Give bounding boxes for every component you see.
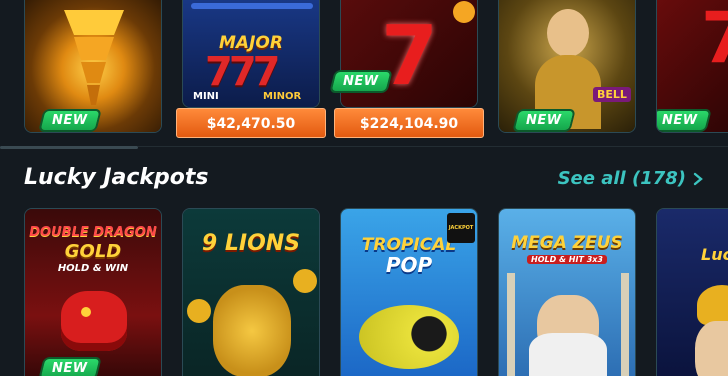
new-badge: NEW: [331, 72, 390, 91]
jackpot-amount-major: $42,470.50: [176, 108, 326, 138]
bell-logo: BELL: [593, 87, 631, 102]
game-card-major[interactable]: MAJOR 777 MINI MINOR: [182, 0, 320, 108]
game-card-red-seven[interactable]: 7: [340, 0, 478, 108]
section-divider: [138, 146, 728, 147]
coin-icon: [453, 1, 475, 23]
game-card-9-lions[interactable]: 9 LIONS: [182, 208, 320, 376]
chevron-right-icon: [693, 172, 703, 185]
scroll-indicator[interactable]: [0, 146, 138, 149]
mini-label: MINI: [193, 91, 219, 102]
new-badge: NEW: [40, 359, 99, 376]
lion-icon: [213, 285, 291, 376]
game-card-mega-zeus[interactable]: MEGA ZEUS HOLD & HIT 3x3: [498, 208, 636, 376]
fish-icon: [359, 305, 459, 369]
game-title: Lucky: [701, 245, 728, 264]
game-card-golden-lady[interactable]: BELL NEW: [498, 0, 636, 133]
game-card-tornado[interactable]: NEW: [24, 0, 162, 133]
dragon-icon: [61, 291, 127, 351]
section-title: Lucky Jackpots: [24, 165, 209, 190]
game-card-double-dragon-gold[interactable]: DOUBLE DRAGON GOLD HOLD & WIN NEW: [24, 208, 162, 376]
column-icon: [507, 273, 515, 376]
games-row-top: NEW MAJOR 777 MINI MINOR $42,470.50 7 NE…: [0, 0, 728, 140]
zeus-beard: [529, 333, 607, 376]
tornado-icon: [64, 10, 124, 105]
new-badge: NEW: [514, 111, 573, 130]
game-title: 9 LIONS: [201, 231, 301, 256]
game-subtitle: HOLD & HIT 3x3: [527, 255, 607, 264]
game-title-line1: DOUBLE DRAGON: [29, 225, 157, 240]
seven-icon: 7: [381, 9, 439, 104]
seven-icon: 7: [701, 0, 728, 79]
column-icon: [621, 273, 629, 376]
minor-label: MINOR: [263, 91, 302, 102]
new-badge: NEW: [657, 111, 709, 130]
jackpot-corner-badge: JACKPOT: [447, 213, 475, 243]
game-card-partial-seven[interactable]: 7 NEW: [656, 0, 728, 133]
triple-seven-icon: 777: [205, 49, 280, 95]
game-lobby: NEW MAJOR 777 MINI MINOR $42,470.50 7 NE…: [0, 0, 728, 376]
game-title-line2: GOLD: [64, 241, 122, 262]
character-face: [695, 321, 728, 376]
coin-icon: [293, 269, 317, 293]
new-badge: NEW: [40, 111, 99, 130]
game-subtitle: HOLD & WIN: [57, 263, 129, 274]
see-all-link[interactable]: See all (178): [558, 168, 704, 189]
character-face: [547, 9, 589, 57]
game-title-line2: POP: [385, 253, 433, 277]
coin-icon: [187, 299, 211, 323]
see-all-label: See all (178): [557, 168, 686, 189]
game-title: MEGA ZEUS: [511, 233, 623, 253]
game-card-partial-lucky[interactable]: Lucky: [656, 208, 728, 376]
banner-stripe: [191, 3, 313, 9]
games-row-lucky-jackpots: DOUBLE DRAGON GOLD HOLD & WIN NEW 9 LION…: [0, 208, 728, 376]
jackpot-amount-red-seven: $224,104.90: [334, 108, 484, 138]
game-card-tropical-pop[interactable]: TROPICAL POP JACKPOT: [340, 208, 478, 376]
dragon-eye: [81, 307, 91, 317]
